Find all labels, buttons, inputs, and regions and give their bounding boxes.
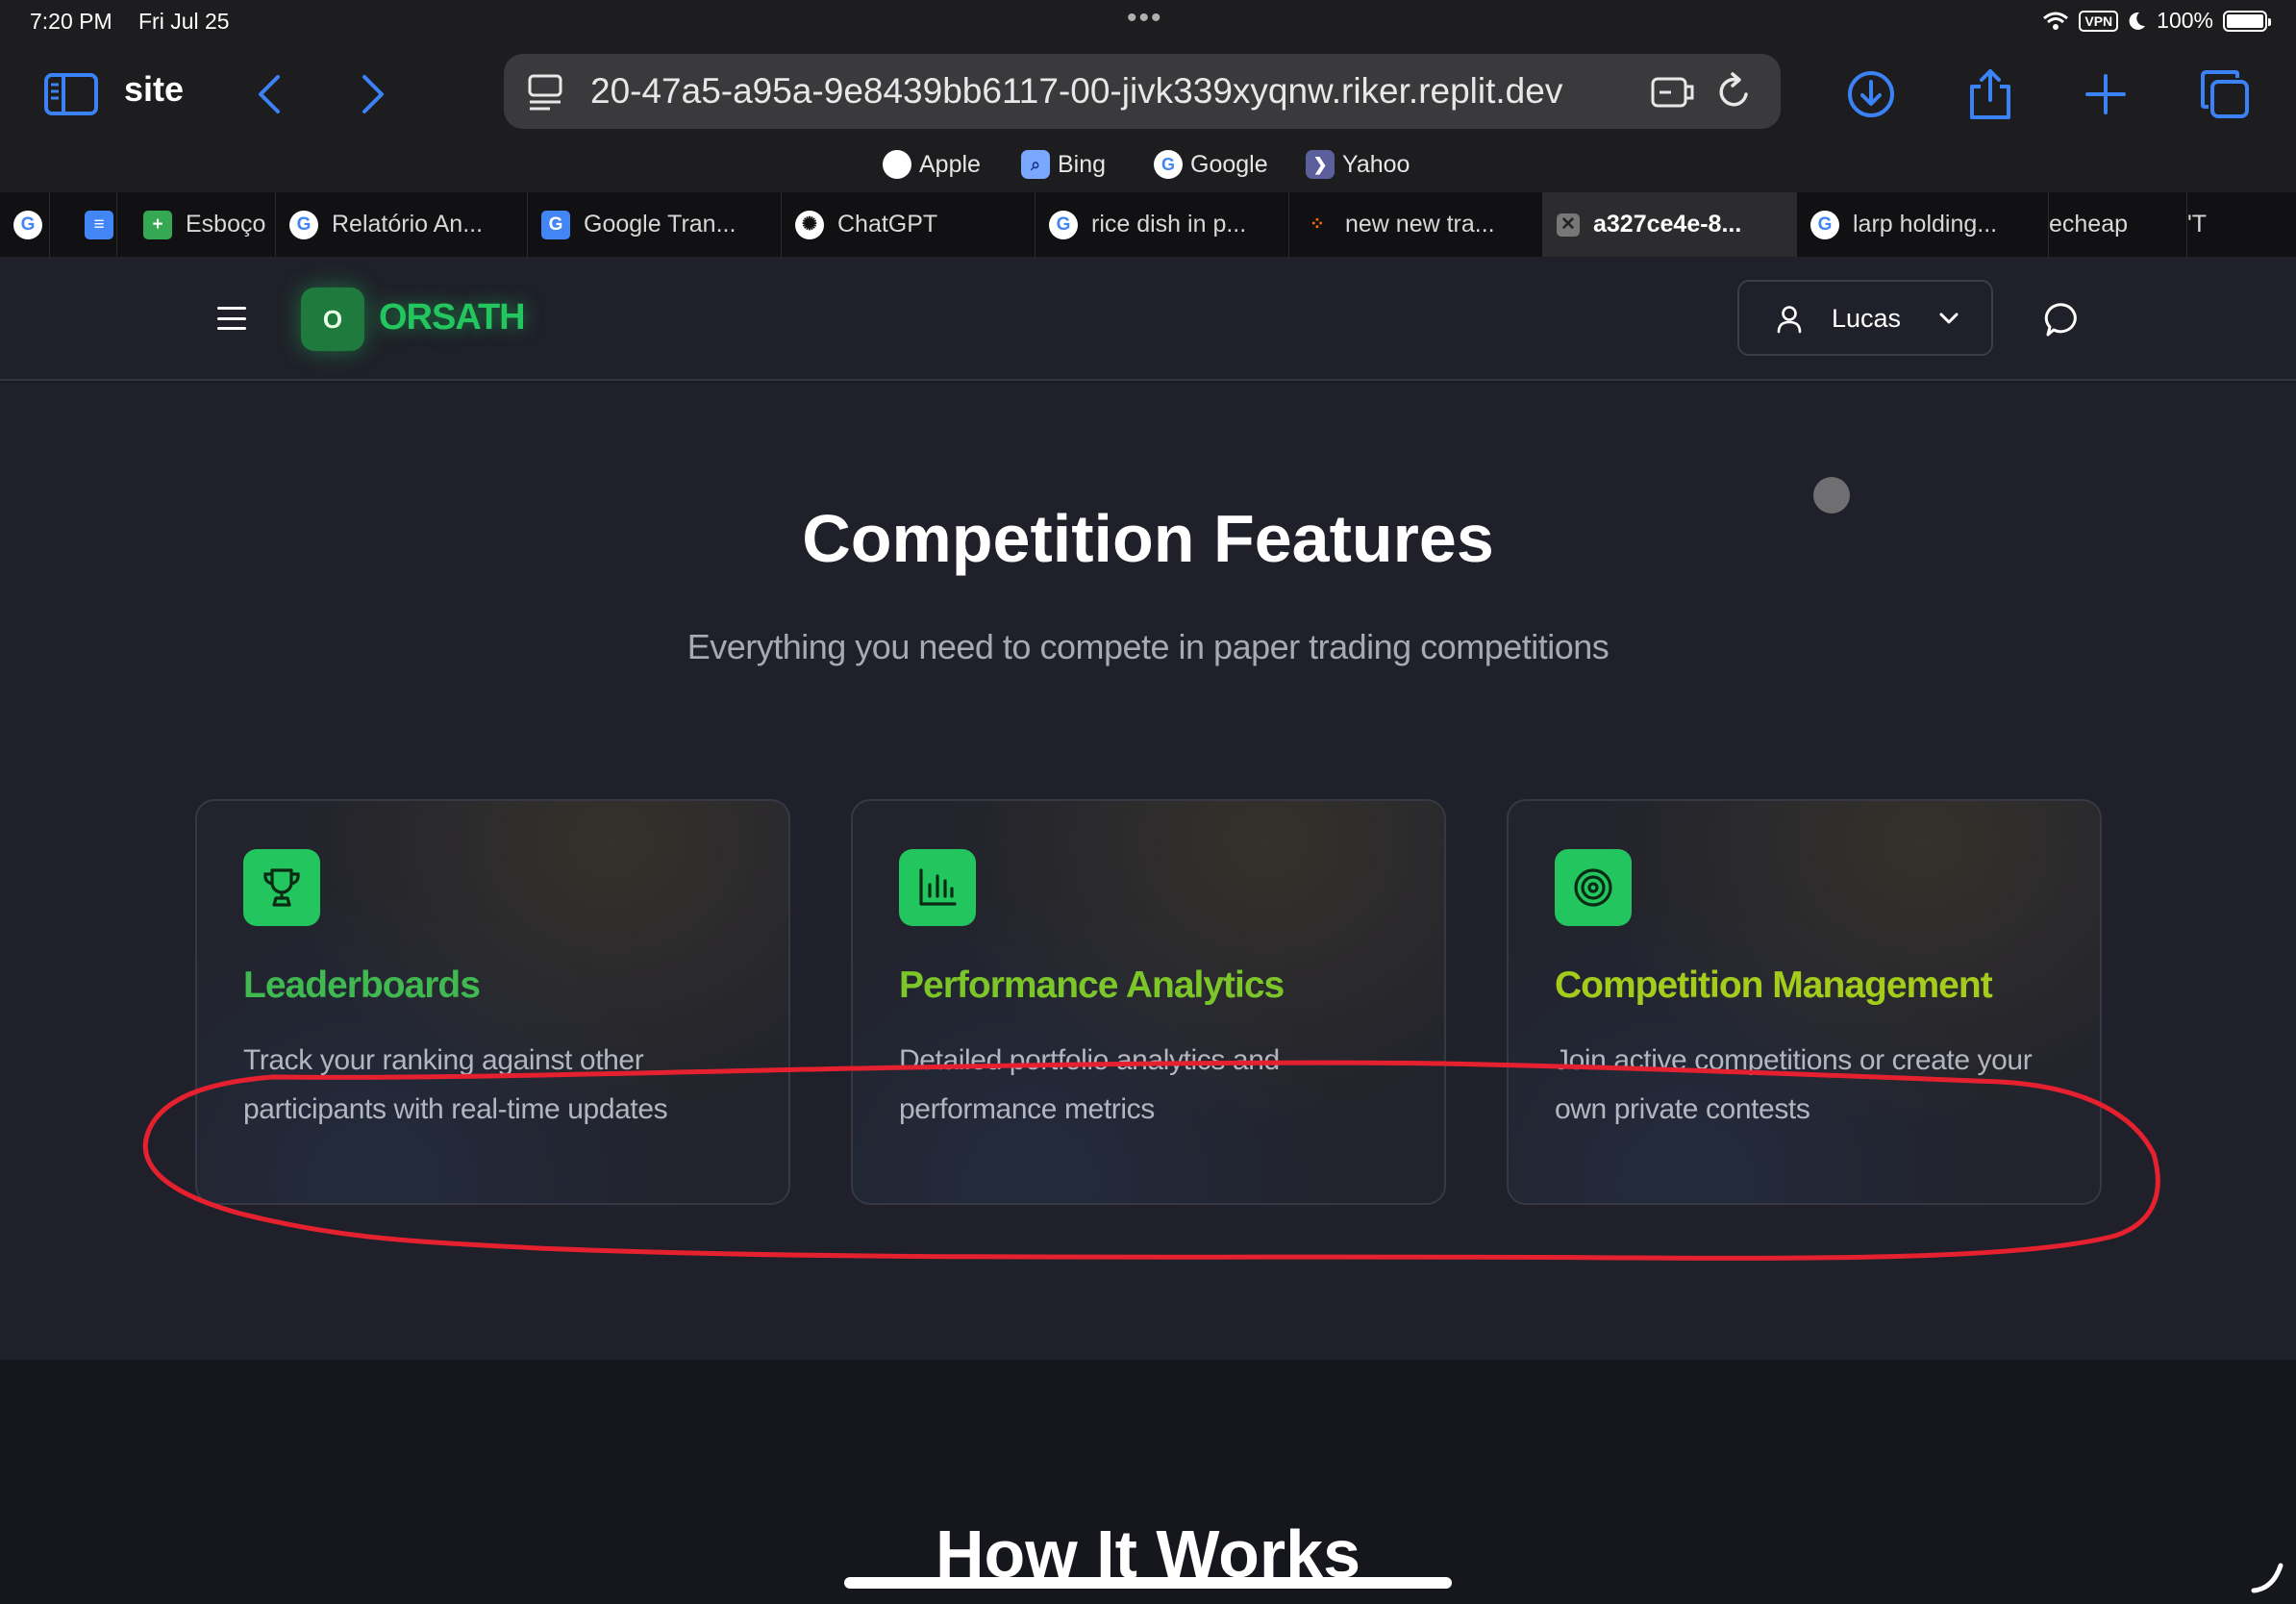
user-name: Lucas <box>1832 304 1902 333</box>
tab-google-translate[interactable]: G Google Tran... <box>528 192 782 257</box>
tab-larp-holding[interactable]: G larp holding... <box>1797 192 2049 257</box>
card-title: Leaderboards <box>243 965 481 1006</box>
status-indicators: VPN 100% <box>2042 8 2271 34</box>
new-tab-icon[interactable] <box>2077 65 2134 123</box>
title-underline <box>844 1577 1452 1589</box>
forward-icon[interactable] <box>344 65 402 123</box>
tab-echeap[interactable]: echeap <box>2049 192 2187 257</box>
favorite-google[interactable]: G Google <box>1154 150 1268 179</box>
card-description: Join active competitions or create your … <box>1555 1044 2033 1125</box>
feature-card-competition-management: Competition Management Join active compe… <box>1507 799 2102 1205</box>
tab-truncated[interactable]: 'T <box>2187 192 2296 257</box>
feature-card-leaderboards: Leaderboards Track your ranking against … <box>195 799 790 1205</box>
moon-icon <box>2129 12 2146 30</box>
tab-google[interactable]: G <box>0 192 50 257</box>
tab-relatorio[interactable]: G Relatório An... <box>276 192 528 257</box>
wifi-icon <box>2043 12 2069 30</box>
logo-badge[interactable]: O <box>301 288 364 351</box>
browser-chrome: 7:20 PM Fri Jul 25 ••• VPN 100% site 20-… <box>0 0 2296 192</box>
close-tab-icon[interactable]: ✕ <box>1557 213 1580 237</box>
status-date: Fri Jul 25 <box>138 9 230 34</box>
favorite-bing[interactable]: ⌕ Bing <box>1021 150 1106 179</box>
chat-icon[interactable] <box>2042 299 2084 341</box>
card-description: Detailed portfolio analytics and perform… <box>899 1044 1280 1125</box>
tab-esboco[interactable]: + Esboço <box>130 192 276 257</box>
page-menu-icon[interactable] <box>527 73 565 112</box>
status-bar: 7:20 PM Fri Jul 25 ••• VPN 100% <box>0 0 2296 46</box>
vpn-badge: VPN <box>2079 10 2119 32</box>
favorite-yahoo[interactable]: ❯ Yahoo <box>1306 150 1410 179</box>
tab-active-replit[interactable]: ✕ a327ce4e-8... <box>1543 192 1797 257</box>
chevron-down-icon <box>1939 313 1959 324</box>
tab-group-label[interactable]: site <box>124 69 184 110</box>
chatgpt-icon: ✺ <box>795 210 824 239</box>
tab-overview-icon[interactable] <box>2196 65 2254 123</box>
section-subtitle: Everything you need to compete in paper … <box>686 627 1610 666</box>
reload-icon[interactable] <box>1715 71 1754 113</box>
replit-icon: ⁘ <box>1310 214 1325 235</box>
battery-percent: 100% <box>2157 8 2213 33</box>
tab-bar: G ≡ + Esboço G Relatório An... G Google … <box>0 192 2296 257</box>
favorites-bar: Apple ⌕ Bing G Google ❯ Yahoo <box>0 144 2296 192</box>
site-header: O ORSATH Lucas <box>0 257 2296 381</box>
browser-toolbar: site 20-47a5-a95a-9e8439bb6117-00-jivk33… <box>0 46 2296 142</box>
features-section: Competition Features Everything you need… <box>0 383 2296 1360</box>
google-icon: G <box>289 210 318 239</box>
yahoo-icon: ❯ <box>1306 150 1335 179</box>
resize-handle-icon[interactable] <box>2250 1560 2284 1594</box>
card-title: Performance Analytics <box>899 965 1285 1006</box>
target-icon <box>1555 849 1632 926</box>
favorite-apple[interactable]: Apple <box>883 150 981 179</box>
status-time: 7:20 PM <box>30 9 112 34</box>
url-text[interactable]: 20-47a5-a95a-9e8439bb6117-00-jivk339xyqn… <box>590 71 1562 112</box>
feature-card-performance-analytics: Performance Analytics Detailed portfolio… <box>851 799 1446 1205</box>
tab-docs[interactable]: ≡ <box>71 192 117 257</box>
battery-icon <box>2223 10 2271 32</box>
tab-rice-dish[interactable]: G rice dish in p... <box>1036 192 1289 257</box>
extension-icon[interactable] <box>1650 73 1696 112</box>
section-title: Competition Features <box>802 501 1494 576</box>
multitasking-dots-icon[interactable]: ••• <box>1127 2 1163 35</box>
translate-icon: G <box>541 210 570 239</box>
apple-icon <box>883 150 911 179</box>
bing-icon: ⌕ <box>1021 150 1050 179</box>
card-title: Competition Management <box>1555 965 1993 1006</box>
trophy-icon <box>243 849 320 926</box>
tab-new-new-tra[interactable]: ⁘ new new tra... <box>1289 192 1543 257</box>
google-icon: G <box>1049 210 1078 239</box>
google-icon: G <box>1154 150 1183 179</box>
google-icon: G <box>1810 210 1839 239</box>
user-icon <box>1777 306 1802 334</box>
address-bar[interactable]: 20-47a5-a95a-9e8439bb6117-00-jivk339xyqn… <box>504 54 1781 129</box>
download-icon[interactable] <box>1842 65 1900 123</box>
back-icon[interactable] <box>240 65 298 123</box>
brand-name[interactable]: ORSATH <box>379 297 526 338</box>
card-description: Track your ranking against other partici… <box>243 1044 668 1125</box>
how-it-works-section: How It Works <box>0 1360 2296 1604</box>
sheets-icon: + <box>143 210 172 239</box>
menu-icon[interactable] <box>217 307 246 330</box>
user-menu-button[interactable]: Lucas <box>1737 280 1993 356</box>
share-icon[interactable] <box>1961 65 2019 123</box>
bar-chart-icon <box>899 849 976 926</box>
sidebar-toggle-icon[interactable] <box>42 65 100 123</box>
tab-chatgpt[interactable]: ✺ ChatGPT <box>782 192 1036 257</box>
google-icon: G <box>13 210 42 239</box>
docs-icon: ≡ <box>85 210 113 239</box>
